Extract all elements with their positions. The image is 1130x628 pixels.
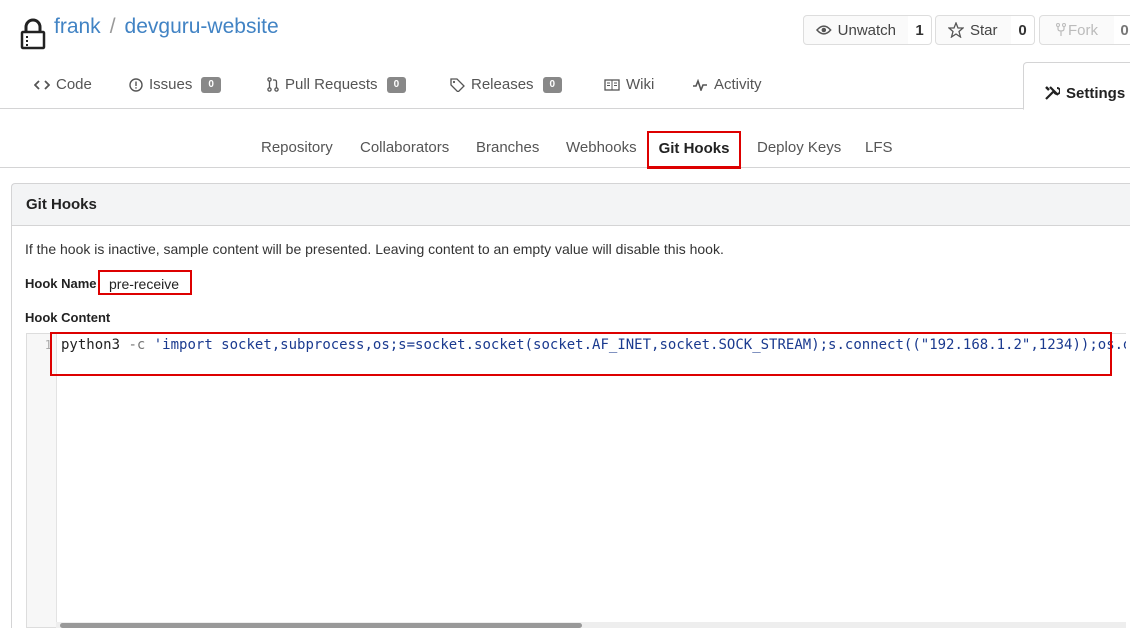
fork-count[interactable]: 0 [1114,15,1130,45]
book-icon [604,78,620,91]
scrollbar-thumb[interactable] [60,623,582,628]
settings-tab-deploy-keys[interactable]: Deploy Keys [757,139,841,156]
tab-settings-label: Settings [1066,84,1126,102]
code-body: 'import socket,subprocess,os;s=socket.so… [153,337,1126,353]
git-hooks-header: Git Hooks [11,183,1130,226]
repo-separator: / [109,15,116,38]
star-button[interactable]: Star [935,15,1012,45]
code-icon [34,79,50,90]
tab-activity-label: Activity [714,76,762,93]
repo-title: frank / devguru-website [54,15,279,39]
code-line[interactable]: python3 -c 'import socket,subprocess,os;… [61,337,1126,353]
repo-nav-tabs: Code Issues 0 Pull Requests 0 Releases 0… [0,62,1130,110]
star-label: Star [970,21,998,39]
unwatch-button[interactable]: Unwatch [803,15,909,45]
editor-gutter: 1 [27,334,57,627]
code-flag: -c [128,337,146,353]
settings-tab-collaborators[interactable]: Collaborators [360,139,449,156]
issue-icon [129,77,143,92]
editor-code-area[interactable]: python3 -c 'import socket,subprocess,os;… [57,334,1126,627]
hook-name-value: pre-receive [98,270,192,295]
tag-icon [450,77,465,92]
git-hooks-description: If the hook is inactive, sample content … [25,241,724,257]
unwatch-label: Unwatch [837,21,896,39]
settings-tab-branches[interactable]: Branches [476,139,539,156]
tab-settings[interactable]: Settings [1023,62,1130,110]
issues-count-badge: 0 [201,76,221,93]
settings-tab-repository[interactable]: Repository [261,139,333,156]
tab-releases-label: Releases [471,76,534,93]
tab-releases[interactable]: Releases 0 [450,76,563,93]
tab-activity[interactable]: Activity [692,76,762,93]
tab-issues[interactable]: Issues 0 [129,76,221,93]
tab-issues-label: Issues [149,76,193,93]
star-count[interactable]: 0 [1011,15,1035,45]
fork-button[interactable]: Fork [1039,15,1115,45]
editor-horizontal-scrollbar[interactable] [56,622,1126,628]
settings-tab-lfs[interactable]: LFS [865,139,893,156]
repo-name-link[interactable]: devguru-website [125,15,279,38]
settings-tab-webhooks[interactable]: Webhooks [566,139,637,156]
pull-requests-count-badge: 0 [386,76,407,93]
hook-name-label: Hook Name [25,276,97,291]
line-number: 1 [44,338,52,352]
settings-tab-git-hooks[interactable]: Git Hooks [647,131,741,169]
star-icon [948,22,964,38]
tools-icon [1045,86,1060,100]
pull-request-icon [267,77,279,92]
repo-owner-link[interactable]: frank [54,15,101,38]
tab-pull-requests-label: Pull Requests [285,76,378,93]
tab-wiki[interactable]: Wiki [604,76,654,93]
tab-wiki-label: Wiki [626,76,655,93]
lock-icon [20,18,46,50]
releases-count-badge: 0 [542,76,563,93]
code-command: python3 [61,337,121,353]
pulse-icon [693,78,707,91]
fork-label: Fork [1068,21,1098,39]
repo-header: frank / devguru-website Unwatch 1 Star 0 F… [0,0,1130,62]
eye-icon [816,25,832,35]
tab-code[interactable]: Code [34,76,92,93]
fork-icon [1056,23,1066,36]
tab-pull-requests[interactable]: Pull Requests 0 [267,76,407,93]
watch-count[interactable]: 1 [908,15,932,45]
tab-code-label: Code [56,76,92,93]
hook-content-editor[interactable]: 1 python3 -c 'import socket,subprocess,o… [26,333,1126,628]
hook-content-label: Hook Content [25,310,111,325]
settings-sub-menu: Repository Collaborators Branches Webhoo… [0,116,1130,169]
